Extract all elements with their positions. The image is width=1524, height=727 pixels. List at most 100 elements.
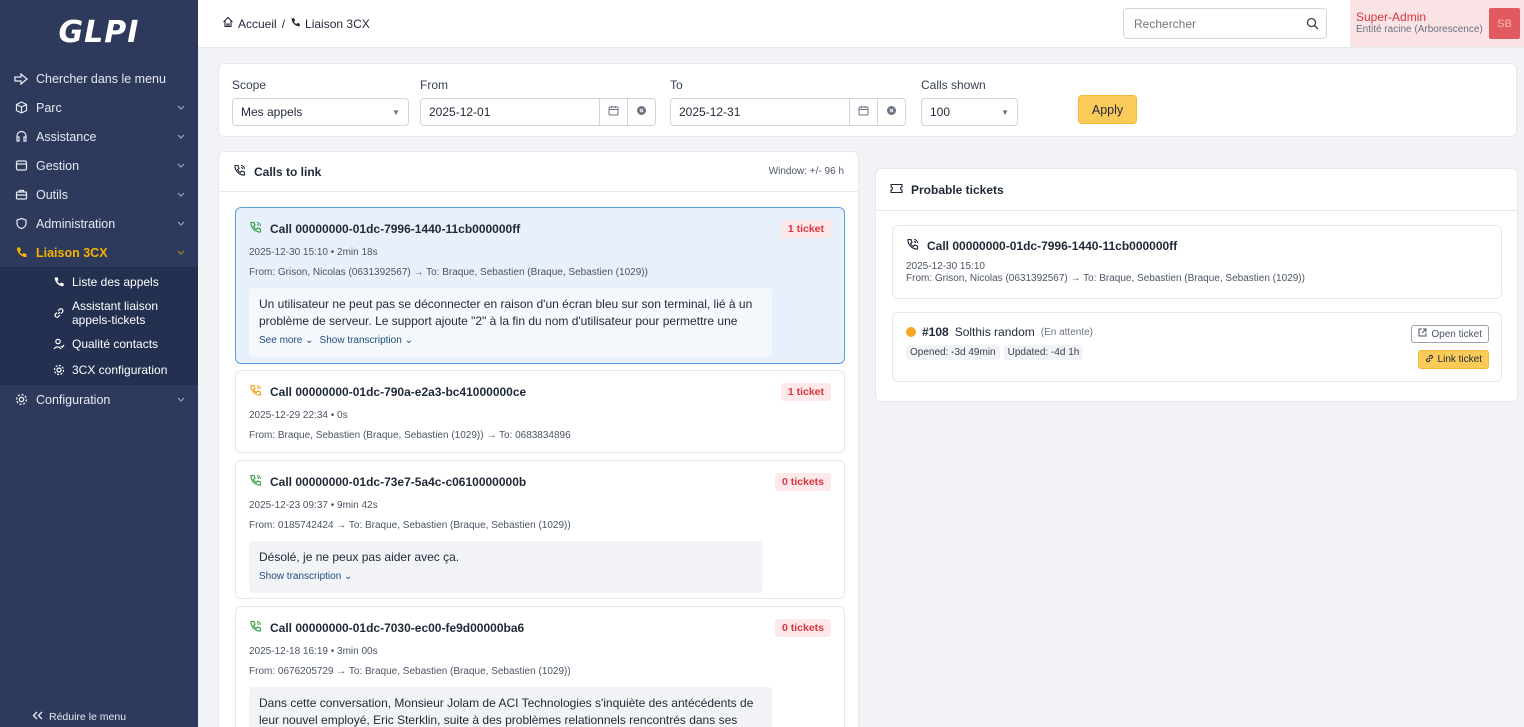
- sidebar-item-label: Configuration: [36, 392, 111, 407]
- from-value: 2025-12-01: [429, 105, 491, 119]
- to-calendar-button[interactable]: [850, 98, 878, 126]
- phone-icon: [52, 275, 66, 289]
- calls-shown-select[interactable]: 100 ▼: [921, 98, 1018, 126]
- chevron-down-icon: [176, 395, 186, 405]
- ticket-count-badge: 1 ticket: [780, 383, 831, 401]
- call-card[interactable]: Call 00000000-01dc-790a-e2a3-bc41000000c…: [235, 370, 845, 453]
- open-ticket-label: Open ticket: [1431, 328, 1482, 340]
- sidebar-item-configuration[interactable]: Configuration: [0, 385, 198, 414]
- show-transcription-link[interactable]: Show transcription ⌄: [320, 332, 413, 349]
- scope-select[interactable]: Mes appels ▼: [232, 98, 409, 126]
- sidebar-item-gestion[interactable]: Gestion: [0, 151, 198, 180]
- from-date-input[interactable]: 2025-12-01: [420, 98, 600, 126]
- breadcrumb-current-label: Liaison 3CX: [305, 16, 370, 31]
- call-summary: Un utilisateur ne peut pas se déconnecte…: [249, 288, 772, 357]
- window-label: Window: +/- 96 h: [768, 166, 844, 177]
- breadcrumb-home-label: Accueil: [238, 16, 277, 31]
- link-ticket-button[interactable]: Link ticket: [1417, 350, 1489, 369]
- link-icon: [52, 306, 66, 320]
- call-card[interactable]: Call 00000000-01dc-7030-ec00-fe9d00000ba…: [235, 606, 845, 727]
- scope-filter: Scope Mes appels ▼: [232, 78, 409, 126]
- sidebar-item-search-menu[interactable]: Chercher dans le menu: [0, 64, 198, 93]
- calls-panel-header: Calls to link Window: +/- 96 h: [219, 152, 858, 192]
- sidebar: GLPI Chercher dans le menu Parc Assistan…: [0, 0, 198, 727]
- tickets-panel-title-label: Probable tickets: [911, 182, 1004, 197]
- breadcrumb-home[interactable]: Accueil: [222, 16, 277, 31]
- from-calendar-button[interactable]: [600, 98, 628, 126]
- from-filter: From 2025-12-01: [420, 78, 656, 126]
- phone-icon: [14, 246, 28, 260]
- collapse-menu-button[interactable]: Réduire le menu: [32, 711, 126, 723]
- user-check-icon: [52, 337, 66, 351]
- user-name: Super-Admin: [1356, 10, 1427, 24]
- call-card[interactable]: Call 00000000-01dc-73e7-5a4c-c0610000000…: [235, 460, 845, 599]
- sidebar-item-outils[interactable]: Outils: [0, 180, 198, 209]
- from-clear-button[interactable]: [628, 98, 656, 126]
- open-ticket-button[interactable]: Open ticket: [1411, 325, 1489, 343]
- sidebar-item-label: Chercher dans le menu: [36, 71, 166, 86]
- phone-icon: [290, 17, 301, 31]
- search-input[interactable]: [1124, 16, 1299, 31]
- user-info: Super-Admin Entité racine (Arborescence): [1350, 0, 1489, 47]
- call-id: Call 00000000-01dc-790a-e2a3-bc41000000c…: [270, 385, 527, 399]
- sidebar-item-parc[interactable]: Parc: [0, 93, 198, 122]
- show-transcription-link[interactable]: Show transcription ⌄: [259, 568, 352, 585]
- to-clear-button[interactable]: [878, 98, 906, 126]
- tickets-panel-title: Probable tickets: [890, 183, 1503, 197]
- call-summary: Dans cette conversation, Monsieur Jolam …: [249, 687, 772, 727]
- chevron-down-icon: [176, 103, 186, 113]
- call-id: Call 00000000-01dc-73e7-5a4c-c0610000000…: [270, 475, 527, 489]
- scope-value: Mes appels: [241, 105, 303, 119]
- sidebar-subitem-qualite-contacts[interactable]: Qualité contacts: [0, 331, 198, 357]
- user-menu[interactable]: Super-Admin Entité racine (Arborescence)…: [1350, 0, 1524, 47]
- home-icon: [222, 16, 234, 31]
- ticket-count-badge: 0 tickets: [774, 619, 831, 637]
- glpi-logo[interactable]: GLPI: [0, 0, 198, 64]
- headset-icon: [14, 130, 28, 144]
- ticket-opened: Opened: -3d 49min: [906, 345, 1000, 360]
- gear-icon: [52, 363, 66, 377]
- selected-call-id: Call 00000000-01dc-7996-1440-11cb000000f…: [927, 239, 1178, 253]
- calls-panel-title: Calls to link: [233, 164, 769, 180]
- chevron-down-icon: [176, 190, 186, 200]
- call-id: Call 00000000-01dc-7030-ec00-fe9d00000ba…: [270, 621, 525, 635]
- calls-shown-value: 100: [930, 105, 951, 119]
- scope-label: Scope: [232, 78, 267, 92]
- chevron-down-icon: [176, 248, 186, 258]
- ticket-count-badge: 0 tickets: [774, 473, 831, 491]
- caret-down-icon: ▼: [392, 107, 400, 117]
- chevron-down-icon: [176, 219, 186, 229]
- briefcase-icon: [14, 188, 28, 202]
- sidebar-subitem-assistant-liaison[interactable]: Assistant liaison appels-tickets: [0, 295, 198, 331]
- to-date-input[interactable]: 2025-12-31: [670, 98, 850, 126]
- sidebar-item-liaison-3cx[interactable]: Liaison 3CX: [0, 238, 198, 267]
- call-meta: 2025-12-30 15:10 • 2min 18s: [249, 247, 378, 258]
- sidebar-item-assistance[interactable]: Assistance: [0, 122, 198, 151]
- breadcrumb-separator: /: [281, 16, 286, 31]
- ticket-number: #108: [922, 325, 949, 339]
- sidebar-item-label: Parc: [36, 100, 62, 115]
- sidebar-subitem-label: Assistant liaison appels-tickets: [72, 299, 159, 327]
- clear-icon: [886, 105, 897, 119]
- topbar: Accueil / Liaison 3CX Super-Admin Entité…: [198, 0, 1524, 48]
- shield-icon: [14, 217, 28, 231]
- avatar[interactable]: SB: [1489, 8, 1520, 39]
- sidebar-subitem-3cx-config[interactable]: 3CX configuration: [0, 357, 198, 383]
- breadcrumb-current[interactable]: Liaison 3CX: [290, 17, 370, 31]
- search-icon[interactable]: [1299, 17, 1326, 30]
- phone-incoming-icon: [249, 620, 262, 636]
- calls-shown-filter: Calls shown 100 ▼: [921, 78, 1018, 126]
- call-meta: 2025-12-18 16:19 • 3min 00s: [249, 646, 378, 657]
- sidebar-subitem-label: 3CX configuration: [72, 363, 168, 377]
- call-card[interactable]: Call 00000000-01dc-7996-1440-11cb000000f…: [235, 207, 845, 364]
- status-dot: [906, 327, 916, 337]
- phone-incoming-icon: [249, 474, 262, 490]
- call-meta: 2025-12-29 22:34 • 0s: [249, 410, 348, 421]
- user-entity: Entité racine (Arborescence): [1356, 24, 1483, 35]
- sidebar-item-administration[interactable]: Administration: [0, 209, 198, 238]
- sidebar-subitem-label: Qualité contacts: [72, 337, 159, 351]
- phone-incoming-icon: [249, 221, 262, 237]
- apply-button[interactable]: Apply: [1078, 95, 1137, 124]
- see-more-link[interactable]: See more ⌄: [259, 332, 314, 349]
- sidebar-subitem-liste-appels[interactable]: Liste des appels: [0, 269, 198, 295]
